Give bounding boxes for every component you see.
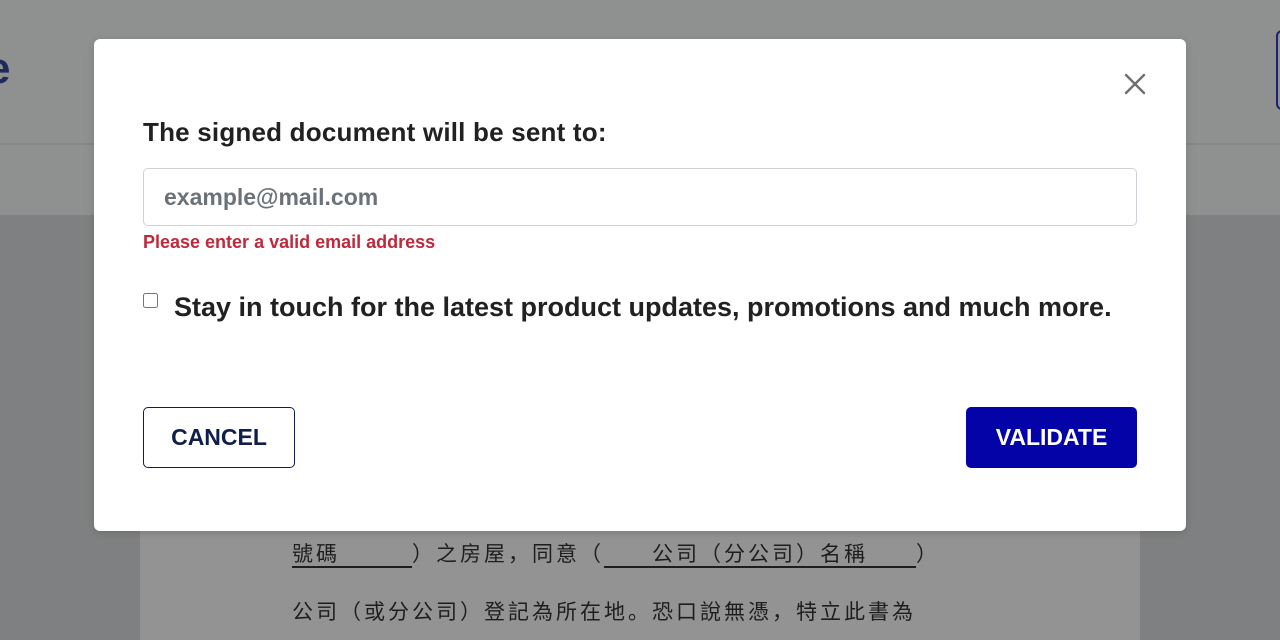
- document-text: ）之房屋，同意（: [412, 542, 604, 566]
- email-input[interactable]: [143, 168, 1137, 226]
- newsletter-checkbox[interactable]: [143, 293, 158, 308]
- document-field-company: 公司（分公司）名稱: [604, 542, 916, 566]
- app-logo: e: [0, 44, 10, 94]
- header-button: [1276, 30, 1280, 110]
- newsletter-checkbox-label[interactable]: Stay in touch for the latest product upd…: [174, 286, 1154, 329]
- validate-button[interactable]: VALIDATE: [966, 407, 1137, 468]
- dialog-title: The signed document will be sent to:: [143, 117, 607, 147]
- document-text: ）: [916, 542, 940, 566]
- document-text-line: 公司（或分公司）登記為所在地。恐口說無憑，特立此書為: [292, 600, 916, 624]
- email-error-message: Please enter a valid email address: [143, 232, 436, 252]
- close-button[interactable]: [1120, 69, 1150, 99]
- cancel-button[interactable]: CANCEL: [143, 407, 295, 468]
- send-document-dialog: The signed document will be sent to: Ple…: [94, 39, 1186, 531]
- close-icon: [1124, 73, 1146, 95]
- document-field-number: 號碼: [292, 542, 412, 566]
- document-text-line: 號碼 ）之房屋，同意（ 公司（分公司）名稱 ）: [292, 538, 940, 568]
